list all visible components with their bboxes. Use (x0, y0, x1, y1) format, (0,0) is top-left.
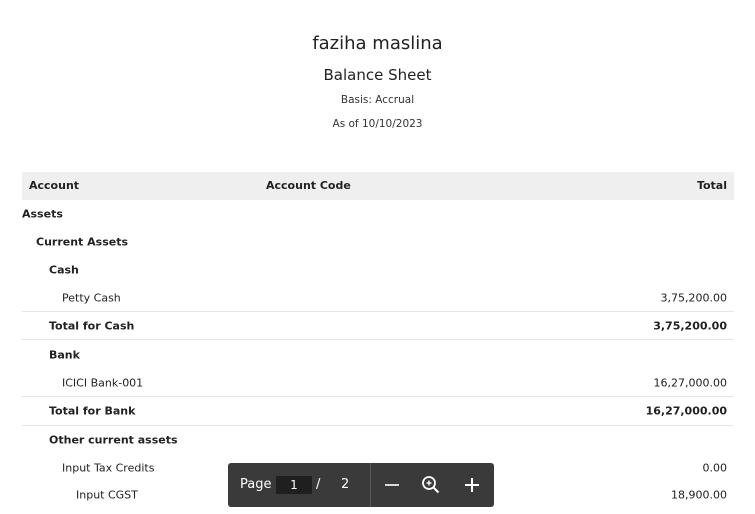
account-group-label: Other current assets (49, 433, 178, 447)
column-header-account-code: Account Code (266, 179, 351, 192)
plus-icon (465, 478, 479, 492)
total-amount: 3,75,200.00 (653, 319, 727, 332)
minus-icon (385, 484, 399, 486)
balance-sheet-table: Account Account Code Total Assets Curren… (22, 172, 734, 509)
table-header: Account Account Code Total (22, 172, 734, 200)
account-group-label: Current Assets (36, 235, 129, 249)
report-basis: Basis: Accrual (340, 94, 415, 106)
column-header-account: Account (29, 179, 80, 192)
zoom-fit-button[interactable] (419, 473, 443, 497)
toolbar-divider (370, 463, 371, 507)
zoom-magnifier-icon (422, 476, 440, 494)
account-amount[interactable]: 16,27,000.00 (654, 376, 727, 389)
report-title: Balance Sheet (323, 66, 432, 84)
table-row: Bank (22, 340, 734, 369)
account-amount[interactable]: 0.00 (703, 461, 728, 474)
page-number-input[interactable] (276, 476, 312, 494)
column-header-total: Total (696, 179, 727, 192)
account-name[interactable]: ICICI Bank-001 (62, 376, 143, 389)
organization-name: faziha maslina (312, 33, 443, 54)
account-amount[interactable]: 3,75,200.00 (661, 291, 727, 304)
table-row-total: Total for Bank 16,27,000.00 (22, 397, 734, 426)
table-row: Assets (22, 200, 734, 228)
table-row[interactable]: ICICI Bank-001 16,27,000.00 (22, 369, 734, 397)
table-row: Other current assets (22, 426, 734, 454)
report-date: As of 10/10/2023 (332, 118, 423, 130)
account-name[interactable]: Input CGST (76, 489, 138, 502)
table-row[interactable]: Petty Cash 3,75,200.00 (22, 284, 734, 312)
total-pages: 2 (341, 477, 350, 492)
account-name[interactable]: Petty Cash (62, 291, 121, 304)
pdf-viewer-toolbar: Page / 2 (228, 463, 494, 507)
table-row-total: Total for Cash 3,75,200.00 (22, 312, 734, 340)
account-amount[interactable]: 18,900.00 (671, 489, 727, 502)
total-label: Total for Cash (49, 319, 135, 332)
zoom-in-button[interactable] (460, 473, 484, 497)
total-label: Total for Bank (49, 404, 136, 418)
page-label: Page (240, 477, 272, 492)
table-row: Cash (22, 256, 734, 284)
zoom-out-button[interactable] (380, 473, 404, 497)
account-group-label: Assets (22, 207, 63, 221)
account-name[interactable]: Input Tax Credits (62, 461, 154, 474)
account-group-label: Bank (49, 348, 80, 361)
total-amount: 16,27,000.00 (645, 404, 727, 418)
account-group-label: Cash (49, 263, 79, 277)
table-row: Current Assets (22, 228, 734, 256)
page-separator: / (316, 477, 321, 492)
